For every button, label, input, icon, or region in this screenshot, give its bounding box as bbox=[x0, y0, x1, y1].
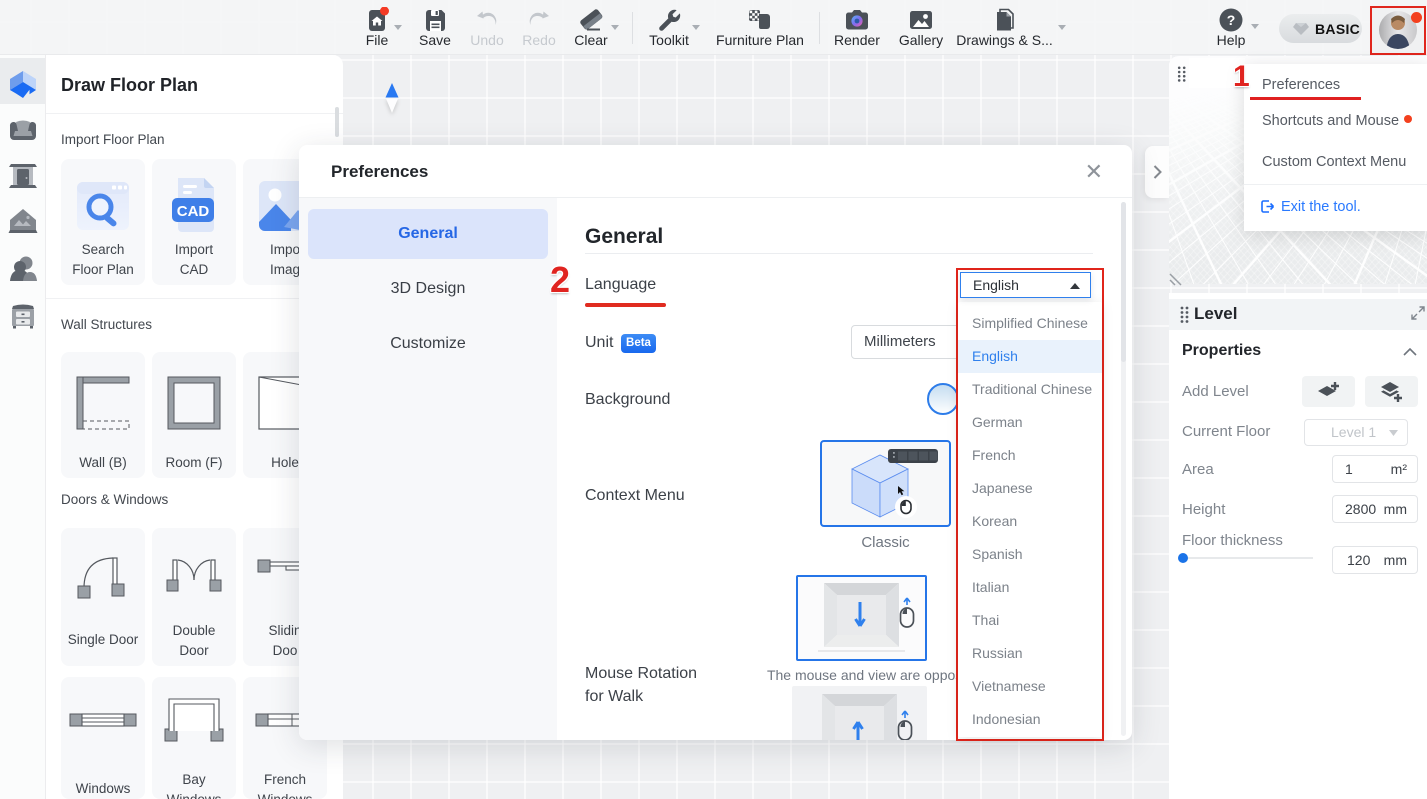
svg-text:CAD: CAD bbox=[177, 203, 210, 220]
svg-text:?: ? bbox=[1227, 12, 1236, 28]
